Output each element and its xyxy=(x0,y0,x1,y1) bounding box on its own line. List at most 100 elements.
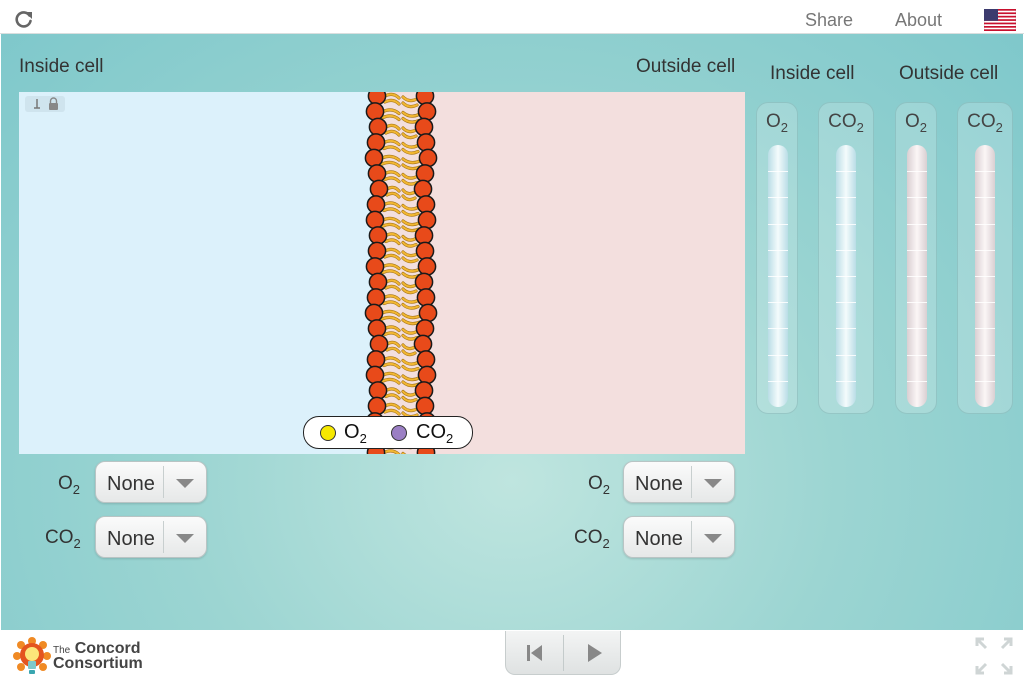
phospholipid-head xyxy=(414,117,434,137)
inside-co2-value: None xyxy=(107,528,155,550)
us-flag-icon[interactable] xyxy=(984,9,1016,31)
phospholipid-head xyxy=(368,226,388,245)
phospholipid-head xyxy=(367,164,387,183)
phospholipid-head xyxy=(365,210,385,230)
phospholipid-head xyxy=(369,334,389,354)
phospholipid-head xyxy=(413,334,433,354)
meter-tick xyxy=(975,381,995,382)
meter-tube xyxy=(836,145,856,407)
phospholipid-head xyxy=(417,365,437,385)
phospholipid-head xyxy=(367,396,387,416)
meter-tick xyxy=(768,171,788,172)
meter-label: CO2 xyxy=(828,111,864,135)
phospholipid-head xyxy=(415,164,435,183)
phospholipid-head xyxy=(416,288,436,307)
meter-label: O2 xyxy=(904,111,927,135)
inside-co2-label: CO2 xyxy=(45,527,81,551)
outside-cell-label: Outside cell xyxy=(636,56,736,77)
meter-tick xyxy=(907,302,927,303)
phospholipid-head xyxy=(416,133,436,152)
inside-cell-region[interactable] xyxy=(19,92,379,454)
meter-tick xyxy=(836,224,856,225)
phospholipid-head xyxy=(366,288,386,307)
phospholipid-head xyxy=(368,381,388,400)
meter-tick xyxy=(907,224,927,225)
meter-tick xyxy=(975,224,995,225)
o2-legend-label: O2 xyxy=(344,421,367,446)
outside-co2-label: CO2 xyxy=(574,527,610,551)
logo-text-line2: Consortium xyxy=(53,655,143,672)
outside-o2-meter: O2 xyxy=(895,102,937,414)
o2-legend-dot xyxy=(320,425,336,441)
meter-tick xyxy=(836,276,856,277)
chevron-down-icon[interactable] xyxy=(704,534,722,543)
fullscreen-icon[interactable] xyxy=(974,636,1014,676)
inside-cell-label: Inside cell xyxy=(19,56,104,77)
top-bar: Share About xyxy=(0,0,1024,34)
meter-tube xyxy=(768,145,788,407)
meter-tick xyxy=(975,302,995,303)
meter-tick xyxy=(907,355,927,356)
phospholipid-head xyxy=(417,257,437,276)
meters-inside-cell-label: Inside cell xyxy=(770,63,855,84)
share-link[interactable]: Share xyxy=(805,10,853,31)
about-link[interactable]: About xyxy=(895,10,942,31)
meter-tick xyxy=(836,302,856,303)
simulation-view[interactable] xyxy=(19,92,745,454)
phospholipid-head xyxy=(368,117,388,137)
co2-legend-label: CO2 xyxy=(416,421,454,446)
meter-tick xyxy=(768,250,788,251)
meter-tick xyxy=(836,250,856,251)
phospholipid-head xyxy=(367,241,387,261)
select-divider xyxy=(163,521,164,553)
inside-o2-meter: O2 xyxy=(756,102,798,414)
meter-label: O2 xyxy=(765,111,788,135)
phospholipid-head xyxy=(366,195,386,214)
meter-tick xyxy=(907,276,927,277)
phospholipid-head xyxy=(418,303,438,323)
chevron-down-icon[interactable] xyxy=(176,479,194,488)
phospholipid-head xyxy=(415,319,435,338)
meters-outside-cell-label: Outside cell xyxy=(899,63,999,84)
inside-o2-select[interactable]: None xyxy=(95,461,207,503)
reload-icon[interactable] xyxy=(14,9,34,29)
phospholipid-head xyxy=(366,133,386,152)
chevron-down-icon[interactable] xyxy=(704,479,722,488)
chevron-down-icon[interactable] xyxy=(176,534,194,543)
outside-co2-select[interactable]: None xyxy=(623,516,735,558)
meter-tube xyxy=(975,145,995,407)
phospholipid-head xyxy=(414,381,434,400)
meter-tick xyxy=(975,171,995,172)
outside-co2-meter: CO2 xyxy=(957,102,1013,414)
meter-tick xyxy=(836,171,856,172)
phospholipid-head xyxy=(367,319,387,338)
meter-tick xyxy=(836,355,856,356)
inside-co2-select[interactable]: None xyxy=(95,516,207,558)
phospholipid-head xyxy=(364,303,384,323)
meter-tube xyxy=(907,145,927,407)
meter-tick xyxy=(907,381,927,382)
meter-tick xyxy=(836,197,856,198)
meter-tick xyxy=(907,328,927,329)
phospholipid-head xyxy=(416,195,436,214)
phospholipid-head xyxy=(417,102,437,121)
outside-o2-label: O2 xyxy=(588,473,611,497)
view-tools xyxy=(25,96,65,112)
phospholipid-head xyxy=(414,272,434,292)
meter-tick xyxy=(768,197,788,198)
phospholipid-head xyxy=(415,396,435,416)
phospholipid-head xyxy=(416,350,436,369)
phospholipid-head xyxy=(364,148,384,168)
inside-co2-meter: CO2 xyxy=(818,102,874,414)
phospholipid-head xyxy=(417,210,437,230)
phospholipid-head xyxy=(369,179,389,199)
reset-icon[interactable] xyxy=(506,631,563,674)
phospholipid-head xyxy=(368,272,388,292)
outside-o2-select[interactable]: None xyxy=(623,461,735,503)
cell-membrane xyxy=(364,92,438,454)
bottom-bar: The Concord Consortium xyxy=(0,630,1024,684)
meter-tick xyxy=(975,328,995,329)
select-divider xyxy=(163,466,164,498)
play-icon[interactable] xyxy=(564,631,621,674)
phospholipid-head xyxy=(366,350,386,369)
